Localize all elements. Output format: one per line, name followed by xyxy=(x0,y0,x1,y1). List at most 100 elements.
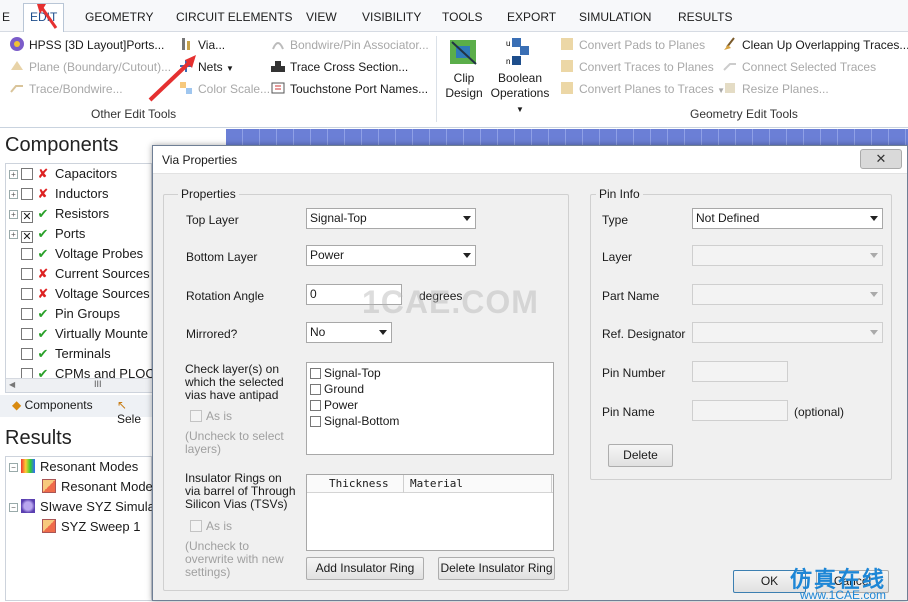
results-item[interactable]: Resonant Mode xyxy=(42,477,153,497)
mirrored-select[interactable]: No xyxy=(306,322,392,343)
pin-info-legend: Pin Info xyxy=(596,187,643,201)
tree-checkbox[interactable] xyxy=(21,188,33,200)
tree-checkbox[interactable] xyxy=(21,268,33,280)
top-layer-select[interactable]: Signal-Top xyxy=(306,208,476,229)
pin-type-select[interactable]: Not Defined xyxy=(692,208,883,229)
bottom-layer-select[interactable]: Power xyxy=(306,245,476,266)
antipad-checkbox[interactable] xyxy=(310,416,321,427)
pin-number-label: Pin Number xyxy=(602,366,666,380)
antipad-layer-item[interactable]: Power xyxy=(307,397,553,413)
material-column-header[interactable]: Material xyxy=(404,475,552,493)
ok-status-icon: ✔ xyxy=(37,246,49,261)
collapse-icon[interactable]: − xyxy=(9,503,18,512)
antipad-layer-item[interactable]: Signal-Top xyxy=(307,365,553,381)
insulator-as-is-checkbox[interactable]: As is xyxy=(190,519,232,533)
delete-insulator-ring-button[interactable]: Delete Insulator Ring xyxy=(438,557,555,580)
menu-item-visibility[interactable]: VISIBILITY xyxy=(356,6,427,28)
insulator-rings-table[interactable]: Thickness Material xyxy=(306,474,554,551)
pin-number-input[interactable] xyxy=(692,361,788,382)
convert-pads-to-planes-button[interactable]: Convert Pads to Planes xyxy=(559,36,705,54)
scroll-left-icon[interactable]: ◀ xyxy=(9,380,15,389)
pin-name-input[interactable] xyxy=(692,400,788,421)
antipad-layer-item[interactable]: Signal-Bottom xyxy=(307,413,553,429)
touchstone-port-names-button[interactable]: Touchstone Port Names... xyxy=(270,80,428,98)
tree-item-resistors[interactable]: + ✕ ✔ Resistors xyxy=(9,204,109,224)
as-is-checkbox-box-2[interactable] xyxy=(190,520,202,532)
part-name-select[interactable] xyxy=(692,284,883,305)
clip-design-icon xyxy=(448,40,480,71)
tree-item-current-sources[interactable]: ✘ Current Sources xyxy=(9,264,150,284)
antipad-layer-list[interactable]: Signal-Top Ground Power Signal-Bottom xyxy=(306,362,554,455)
menu-item-export[interactable]: EXPORT xyxy=(501,6,562,28)
boolean-operations-button[interactable]: un Boolean Operations ▼ xyxy=(486,36,554,114)
tree-checkbox[interactable] xyxy=(21,328,33,340)
ref-designator-select[interactable] xyxy=(692,322,883,343)
thickness-column-header[interactable]: Thickness xyxy=(307,475,404,493)
as-is-checkbox-box[interactable] xyxy=(190,410,202,422)
antipad-checkbox[interactable] xyxy=(310,400,321,411)
connect-selected-traces-button[interactable]: Connect Selected Traces xyxy=(722,58,876,76)
tree-item-ports[interactable]: + ✕ ✔ Ports xyxy=(9,224,85,244)
rotation-angle-label: Rotation Angle xyxy=(186,289,265,303)
expand-icon[interactable]: + xyxy=(9,230,18,239)
tab-components-label: Components xyxy=(24,398,93,412)
tree-item-voltage-sources[interactable]: ✘ Voltage Sources xyxy=(9,284,150,304)
pin-delete-button[interactable]: Delete xyxy=(608,444,673,467)
result-plot-icon xyxy=(42,519,56,533)
scroll-thumb[interactable]: III xyxy=(94,379,102,389)
menu-item-view[interactable]: VIEW xyxy=(300,6,343,28)
tree-checkbox[interactable]: ✕ xyxy=(21,211,33,223)
tree-checkbox[interactable] xyxy=(21,248,33,260)
pin-layer-select[interactable] xyxy=(692,245,883,266)
expand-icon[interactable]: + xyxy=(9,190,18,199)
results-item-label: Resonant Modes xyxy=(40,459,139,474)
add-insulator-ring-button[interactable]: Add Insulator Ring xyxy=(306,557,424,580)
antipad-layer-item[interactable]: Ground xyxy=(307,381,553,397)
menu-item-simulation[interactable]: SIMULATION xyxy=(573,6,657,28)
bondwire-pin-associator-button[interactable]: Bondwire/Pin Associator... xyxy=(270,36,429,54)
convert-pads-icon xyxy=(559,36,575,52)
broom-icon xyxy=(722,36,738,52)
components-scrollbar[interactable]: ◀ III xyxy=(6,378,152,392)
expand-icon[interactable]: + xyxy=(9,210,18,219)
tree-item-inductors[interactable]: + ✘ Inductors xyxy=(9,184,108,204)
results-item[interactable]: − Resonant Modes xyxy=(9,457,138,477)
ok-status-icon: ✔ xyxy=(37,226,49,241)
tree-item-capacitors[interactable]: + ✘ Capacitors xyxy=(9,164,117,184)
tree-item-pin-groups[interactable]: ✔ Pin Groups xyxy=(9,304,120,324)
resize-planes-button[interactable]: Resize Planes... xyxy=(722,80,829,98)
tab-components[interactable]: ◆ Components xyxy=(12,398,93,412)
clean-up-overlapping-traces-button[interactable]: Clean Up Overlapping Traces... xyxy=(722,36,908,54)
antipad-as-is-checkbox[interactable]: As is xyxy=(190,409,232,423)
as-is-label: As is xyxy=(206,409,233,423)
resize-planes-icon xyxy=(722,80,738,96)
tab-selection[interactable]: ↖ Sele xyxy=(117,398,152,426)
results-item-label: SIwave SYZ Simula xyxy=(40,499,155,514)
tree-checkbox[interactable] xyxy=(21,288,33,300)
menu-item-results[interactable]: RESULTS xyxy=(672,6,738,28)
tree-item-virtually-mounte[interactable]: ✔ Virtually Mounte xyxy=(9,324,148,344)
tree-checkbox[interactable] xyxy=(21,348,33,360)
tree-checkbox[interactable] xyxy=(21,308,33,320)
tree-item-voltage-probes[interactable]: ✔ Voltage Probes xyxy=(9,244,143,264)
clip-design-button[interactable]: Clip Design xyxy=(444,36,484,106)
selection-tab-icon: ↖ xyxy=(117,398,128,412)
clip-design-label-2: Design xyxy=(445,86,483,100)
antipad-checkbox[interactable] xyxy=(310,368,321,379)
menu-item-tools[interactable]: TOOLS xyxy=(436,6,488,28)
results-item[interactable]: − SIwave SYZ Simula xyxy=(9,497,155,517)
convert-traces-to-planes-button[interactable]: Convert Traces to Planes xyxy=(559,58,714,76)
convert-planes-to-traces-label: Convert Planes to Traces xyxy=(579,82,714,96)
collapse-icon[interactable]: − xyxy=(9,463,18,472)
tree-checkbox[interactable]: ✕ xyxy=(21,231,33,243)
results-item[interactable]: SYZ Sweep 1 xyxy=(42,517,141,537)
bondwire-icon xyxy=(270,36,286,52)
tree-checkbox[interactable] xyxy=(21,168,33,180)
convert-planes-to-traces-button[interactable]: Convert Planes to Traces ▼ xyxy=(559,80,725,98)
expand-icon[interactable]: + xyxy=(9,170,18,179)
antipad-checkbox[interactable] xyxy=(310,384,321,395)
close-button[interactable]: ✕ xyxy=(860,149,902,169)
tree-item-label: Capacitors xyxy=(55,166,118,181)
tree-item-terminals[interactable]: ✔ Terminals xyxy=(9,344,111,364)
trace-cross-section-button[interactable]: Trace Cross Section... xyxy=(270,58,408,76)
